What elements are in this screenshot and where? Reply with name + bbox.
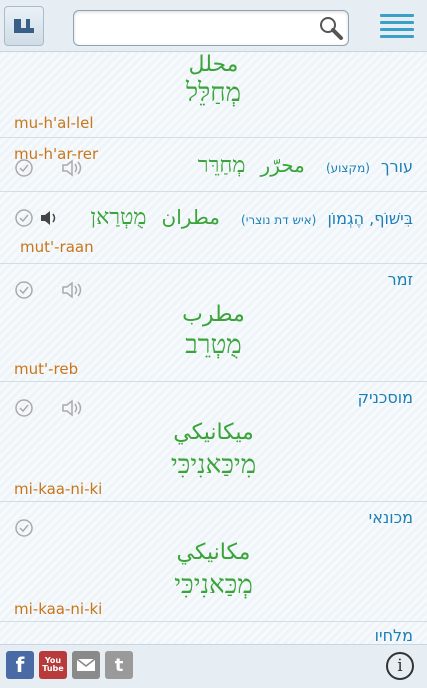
bookmark-icon bbox=[14, 19, 34, 33]
list-item[interactable]: בִּישׁוֹף, הֶגְמוֹן (איש דת נוצרי) مطران… bbox=[0, 192, 427, 264]
info-label: i bbox=[397, 656, 403, 676]
transliteration: mut'-raan bbox=[20, 238, 94, 256]
check-circle-icon[interactable] bbox=[14, 280, 34, 300]
hebrew-vocalized-word: מֻטְרַאן bbox=[90, 205, 147, 230]
transliteration: mi-kaa-ni-ki bbox=[14, 600, 103, 618]
check-circle-icon[interactable] bbox=[14, 518, 34, 538]
list-item[interactable]: mu-h'ar-rer עורך (מקצוע) محرّر מְחַרֵּר bbox=[0, 138, 427, 192]
envelope-icon bbox=[76, 658, 96, 671]
search-icon[interactable] bbox=[318, 15, 344, 41]
check-circle-icon[interactable] bbox=[14, 208, 34, 228]
transliteration: mu-h'al-lel bbox=[14, 114, 94, 132]
transliteration: mi-kaa-ni-ki bbox=[14, 480, 103, 498]
transliteration: mut'-reb bbox=[14, 360, 79, 378]
search-box[interactable] bbox=[73, 10, 349, 46]
tumblr-icon[interactable]: t bbox=[105, 651, 133, 679]
arabic-word: محلل bbox=[188, 52, 239, 77]
tumblr-label: t bbox=[114, 654, 124, 676]
hebrew-vocalized-word: מְחַלֵּל bbox=[185, 78, 242, 108]
speaker-icon[interactable] bbox=[60, 279, 84, 301]
hebrew-note: (מקצוע) bbox=[325, 161, 370, 175]
hebrew-word: עורך bbox=[381, 157, 413, 176]
hebrew-vocalized-word: מִיכַּאנִיכִּי bbox=[170, 450, 257, 480]
hebrew-word: בִּישׁוֹף, הֶגְמוֹן bbox=[327, 209, 413, 228]
hebrew-vocalized-word: מְכַּאנִיכִּי bbox=[174, 570, 253, 600]
bottom-bar: f You Tube t i bbox=[0, 644, 427, 688]
facebook-icon[interactable]: f bbox=[6, 651, 34, 679]
info-icon[interactable]: i bbox=[386, 652, 414, 680]
entry-line: בִּישׁוֹף, הֶגְמוֹן (איש דת נוצרי) مطران… bbox=[91, 204, 414, 230]
word-list[interactable]: محلل מְחַלֵּל mu-h'al-lel mu-h'ar-rer עו… bbox=[0, 52, 427, 644]
hebrew-word: מכונאי bbox=[368, 508, 413, 527]
arabic-word: مطرب bbox=[182, 302, 245, 327]
hebrew-word: מלחיו bbox=[374, 626, 413, 644]
list-item[interactable]: מלחיו bbox=[0, 622, 427, 644]
speaker-icon[interactable] bbox=[60, 397, 84, 419]
top-bar bbox=[0, 0, 427, 52]
list-item[interactable]: محلل מְחַלֵּל mu-h'al-lel bbox=[0, 52, 427, 138]
list-item[interactable]: מכונאי مكانيكي מְכַּאנִיכִּי mi-kaa-ni-k… bbox=[0, 502, 427, 622]
youtube-icon[interactable]: You Tube bbox=[39, 651, 67, 679]
list-item[interactable]: מוסכניק ميكانيكي מִיכַּאנִיכִּי mi-kaa-n… bbox=[0, 382, 427, 502]
arabic-word: محرّر bbox=[260, 153, 305, 177]
hebrew-word: מוסכניק bbox=[357, 388, 413, 407]
youtube-label: You Tube bbox=[42, 656, 64, 673]
speaker-icon[interactable] bbox=[38, 207, 62, 229]
arabic-word: ميكانيكي bbox=[173, 420, 254, 445]
speaker-icon[interactable] bbox=[60, 157, 84, 179]
entry-line: עורך (מקצוע) محرّر מְחַרֵּר bbox=[198, 152, 413, 178]
email-icon[interactable] bbox=[72, 651, 100, 679]
check-circle-icon[interactable] bbox=[14, 158, 34, 178]
arabic-word: مطران bbox=[161, 205, 220, 229]
bookmark-button[interactable] bbox=[4, 6, 44, 46]
check-circle-icon[interactable] bbox=[14, 398, 34, 418]
hebrew-note: (איש דת נוצרי) bbox=[241, 213, 317, 227]
hebrew-vocalized-word: מְחַרֵּר bbox=[197, 153, 246, 178]
hebrew-word: זמר bbox=[387, 270, 413, 289]
search-input[interactable] bbox=[82, 17, 318, 41]
hebrew-vocalized-word: מֻטְרֵב bbox=[185, 330, 242, 360]
arabic-word: مكانيكي bbox=[176, 540, 251, 565]
hamburger-menu-icon[interactable] bbox=[380, 14, 414, 38]
list-item[interactable]: זמר مطرب מֻטְרֵב mut'-reb bbox=[0, 264, 427, 382]
